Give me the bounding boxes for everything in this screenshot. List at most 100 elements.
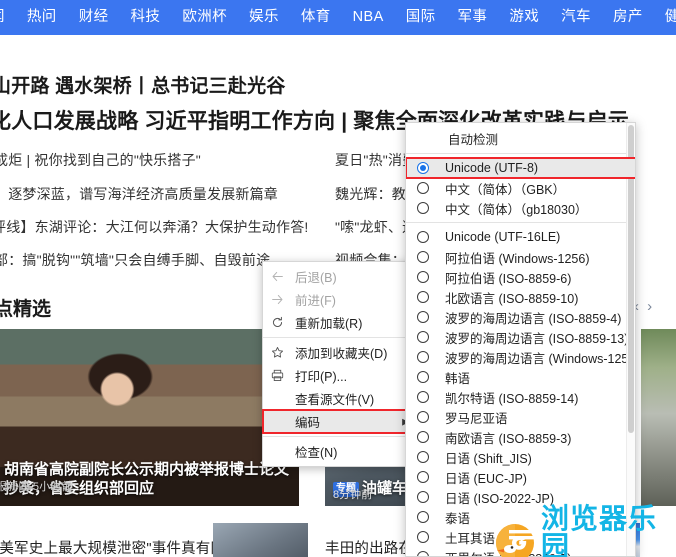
radio-unchecked-icon (417, 371, 429, 383)
encoding-option-label: 凯尔特语 (ISO-8859-14) (445, 391, 579, 406)
radio-unchecked-icon (417, 391, 429, 403)
encoding-option-7[interactable]: 波罗的海周边语言 (ISO-8859-4) (406, 307, 635, 327)
feature-card-third[interactable] (641, 329, 676, 506)
encoding-option-label: 北欧语言 (ISO-8859-10) (445, 291, 579, 306)
site-navigation-bar: 闻 热问 财经 科技 欧洲杯 娱乐 体育 NBA 国际 军事 游戏 汽车 房产 … (0, 0, 676, 35)
context-menu-item-add-favorite[interactable]: 添加到收藏夹(D) (263, 341, 418, 364)
news-link-left-2[interactable]: 评线】东湖评论：大江何以奔涌？大保护生动作答! (0, 217, 309, 237)
encoding-separator-top (406, 153, 635, 154)
encoding-option-13[interactable]: 南欧语言 (ISO-8859-3) (406, 427, 635, 447)
encoding-option-label: 波罗的海周边语言 (ISO-8859-13) (445, 331, 629, 346)
news-link-left-1[interactable]: ：逐梦深蓝，谱写海洋经济高质量发展新篇章 (0, 184, 278, 204)
encoding-option-label: Unicode (UTF-16LE) (445, 230, 561, 244)
nav-item-rewen[interactable]: 热问 (16, 0, 68, 35)
context-menu-label-print: 打印(P)... (295, 370, 348, 384)
news-link-left-0[interactable]: 成炬 | 祝你找到自己的"快乐搭子" (0, 150, 201, 170)
radio-unchecked-icon (417, 291, 429, 303)
radio-unchecked-icon (417, 531, 429, 543)
context-menu-label-inspect: 检查(N) (295, 446, 338, 460)
encoding-option-8[interactable]: 波罗的海周边语言 (ISO-8859-13) (406, 327, 635, 347)
encoding-option-label: 中文（简体）（GBK） (445, 182, 566, 197)
encoding-option-11[interactable]: 凯尔特语 (ISO-8859-14) (406, 387, 635, 407)
context-menu-item-print[interactable]: 打印(P)... (263, 364, 418, 387)
encoding-option-2[interactable]: 中文（简体）（gb18030） (406, 198, 635, 218)
encoding-submenu-scrollbar[interactable] (626, 123, 635, 556)
encoding-option-14[interactable]: 日语 (Shift_JIS) (406, 447, 635, 467)
context-menu-item-back[interactable]: 后退(B) (263, 265, 418, 288)
news-link-left-3[interactable]: 部：搞"脱钩""筑墙"只会自缚手脚、自毁前途 (0, 250, 270, 270)
encoding-option-0[interactable]: Unicode (UTF-8) (406, 157, 635, 179)
encoding-option-3[interactable]: Unicode (UTF-16LE) (406, 227, 635, 247)
feature-card-third-image (641, 329, 676, 506)
nav-item-0[interactable]: 闻 (0, 0, 16, 35)
context-menu-item-encoding[interactable]: 编码 ▶ (262, 409, 419, 434)
encoding-option-label: 日语 (Shift_JIS) (445, 451, 532, 466)
encoding-option-label: 波罗的海周边语言 (Windows-1257) (445, 351, 636, 366)
radio-unchecked-icon (417, 451, 429, 463)
radio-checked-icon (417, 162, 429, 174)
nav-item-youxi[interactable]: 游戏 (498, 0, 550, 35)
radio-unchecked-icon (417, 471, 429, 483)
back-arrow-icon (271, 270, 295, 283)
page-headline-primary[interactable]: 山开路 遇水架桥丨总书记三赴光谷 (0, 71, 285, 98)
encoding-option-label: 中文（简体）（gb18030） (445, 202, 588, 217)
section-title: 点精选 (0, 299, 52, 320)
encoding-submenu: 自动检测 Unicode (UTF-8) 中文（简体）（GBK） 中文（简体）（gb… (405, 122, 636, 557)
nav-item-junshi[interactable]: 军事 (447, 0, 499, 35)
nav-item-qiche[interactable]: 汽车 (550, 0, 602, 35)
radio-unchecked-icon (417, 511, 429, 523)
encoding-option-5[interactable]: 阿拉伯语 (ISO-8859-6) (406, 267, 635, 287)
encoding-option-9[interactable]: 波罗的海周边语言 (Windows-1257) (406, 347, 636, 367)
encoding-auto-detect[interactable]: 自动检测 (406, 128, 635, 149)
encoding-option-label: 泰语 (445, 511, 471, 526)
encoding-auto-detect-label: 自动检测 (448, 133, 499, 147)
radio-unchecked-icon (417, 491, 429, 503)
encoding-option-label: 西里尔语 (ISO-8859-5) (445, 548, 571, 557)
encoding-option-17[interactable]: 泰语 (406, 507, 635, 527)
context-menu-item-forward[interactable]: 前进(F) (263, 288, 418, 311)
browser-context-menu: 后退(B) 前进(F) 重新加载(R) 添加到收藏夹(D) 打印(P)... 查… (262, 261, 419, 467)
feature-card-meta: 报新闻 5小时前 (0, 481, 73, 493)
radio-unchecked-icon (417, 271, 429, 283)
encoding-submenu-list: 自动检测 Unicode (UTF-8) 中文（简体）（GBK） 中文（简体）（gb… (406, 123, 636, 557)
context-menu-item-inspect[interactable]: 检查(N) (263, 440, 418, 463)
encoding-option-19[interactable]: 西里尔语 (ISO-8859-5) (406, 547, 635, 557)
nav-item-keji[interactable]: 科技 (120, 0, 172, 35)
encoding-option-label: 日语 (EUC-JP) (445, 471, 527, 486)
encoding-option-6[interactable]: 北欧语言 (ISO-8859-10) (406, 287, 635, 307)
encoding-option-12[interactable]: 罗马尼亚语 (406, 407, 635, 427)
encoding-option-10[interactable]: 韩语 (406, 367, 635, 387)
context-menu-item-view-source[interactable]: 查看源文件(V) (263, 387, 418, 410)
nav-item-jiankang[interactable]: 健康 (654, 0, 676, 35)
nav-item-yule[interactable]: 娱乐 (238, 0, 290, 35)
context-menu-label-forward: 前进(F) (295, 294, 336, 308)
context-menu-item-reload[interactable]: 重新加载(R) (263, 311, 418, 334)
forward-arrow-icon (271, 293, 295, 306)
nav-item-guoji[interactable]: 国际 (395, 0, 447, 35)
context-menu-label-reload: 重新加载(R) (295, 317, 363, 331)
nav-item-fangchan[interactable]: 房产 (602, 0, 654, 35)
context-menu-label-encoding: 编码 (295, 416, 321, 430)
radio-unchecked-icon (417, 311, 429, 323)
printer-icon (271, 369, 295, 382)
bottom-thumb-gun[interactable] (213, 523, 308, 557)
encoding-option-18[interactable]: 土耳其语 (406, 527, 635, 547)
radio-unchecked-icon (417, 351, 429, 363)
encoding-option-4[interactable]: 阿拉伯语 (Windows-1256) (406, 247, 635, 267)
radio-unchecked-icon (417, 231, 429, 243)
carousel-arrows[interactable]: ‹ › (634, 298, 654, 315)
nav-item-caijing[interactable]: 财经 (68, 0, 120, 35)
nav-item-nba[interactable]: NBA (342, 0, 395, 35)
bottom-thumb-gun-image (213, 523, 308, 557)
radio-unchecked-icon (417, 182, 429, 194)
radio-unchecked-icon (417, 411, 429, 423)
encoding-option-15[interactable]: 日语 (EUC-JP) (406, 467, 635, 487)
encoding-option-label: 韩语 (445, 371, 471, 386)
encoding-option-1[interactable]: 中文（简体）（GBK） (406, 178, 635, 198)
encoding-option-16[interactable]: 日语 (ISO-2022-JP) (406, 487, 635, 507)
nav-item-ouzhoubei[interactable]: 欧洲杯 (171, 0, 238, 35)
radio-unchecked-icon (417, 251, 429, 263)
encoding-option-label: 日语 (ISO-2022-JP) (445, 491, 555, 506)
nav-item-tiyu[interactable]: 体育 (290, 0, 342, 35)
encoding-option-label: 土耳其语 (445, 531, 496, 546)
